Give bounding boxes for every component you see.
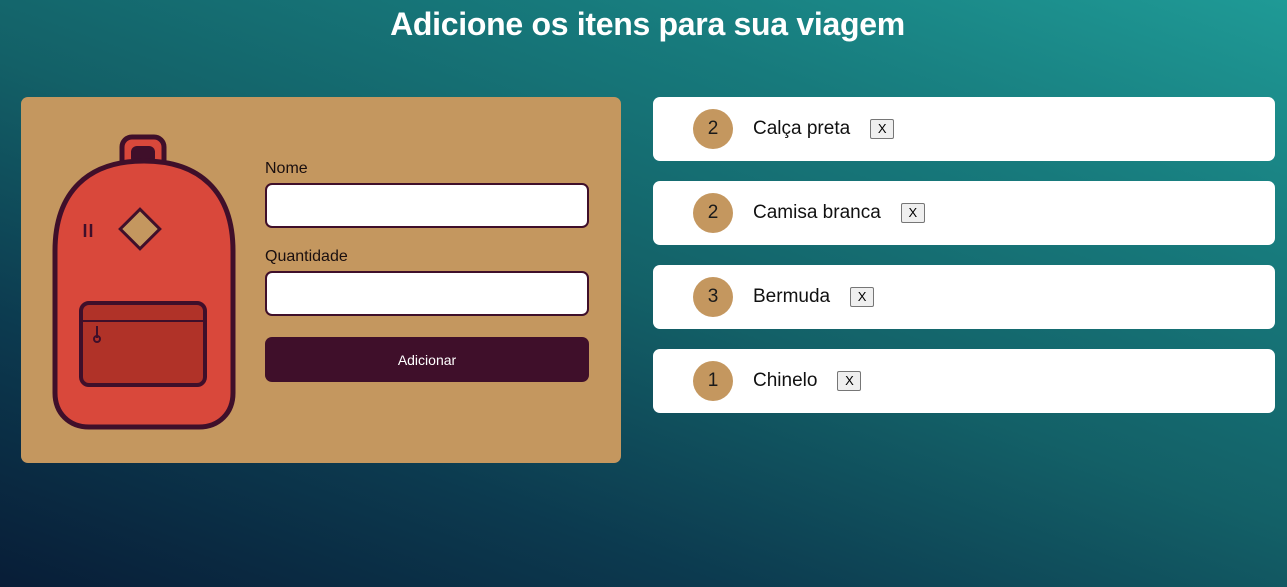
- backpack-icon: [52, 134, 236, 430]
- item-name: Camisa branca: [753, 202, 881, 223]
- list-item: 3 Bermuda X: [653, 265, 1275, 329]
- list-item: 2 Camisa branca X: [653, 181, 1275, 245]
- quantity-badge: 1: [693, 361, 733, 401]
- quantity-input[interactable]: [265, 271, 589, 316]
- quantity-label: Quantidade: [265, 248, 348, 265]
- name-input[interactable]: [265, 183, 589, 228]
- add-item-card: Nome Quantidade Adicionar: [21, 97, 621, 463]
- item-name: Chinelo: [753, 370, 818, 391]
- quantity-badge: 2: [693, 193, 733, 233]
- name-label: Nome: [265, 160, 308, 177]
- list-item: 1 Chinelo X: [653, 349, 1275, 413]
- item-name: Bermuda: [753, 286, 831, 307]
- item-name: Calça preta: [753, 118, 851, 139]
- remove-item-button[interactable]: X: [870, 119, 895, 139]
- quantity-badge: 2: [693, 109, 733, 149]
- quantity-badge: 3: [693, 277, 733, 317]
- remove-item-button[interactable]: X: [900, 203, 925, 223]
- page-title: Adicione os itens para sua viagem: [390, 6, 905, 42]
- remove-item-button[interactable]: X: [837, 371, 862, 391]
- items-list: 2 Calça preta X 2 Camisa branca X 3 Berm…: [653, 97, 1275, 433]
- remove-item-button[interactable]: X: [850, 287, 875, 307]
- list-item: 2 Calça preta X: [653, 97, 1275, 161]
- add-button[interactable]: Adicionar: [265, 337, 589, 382]
- add-item-form: Nome Quantidade Adicionar: [265, 159, 589, 382]
